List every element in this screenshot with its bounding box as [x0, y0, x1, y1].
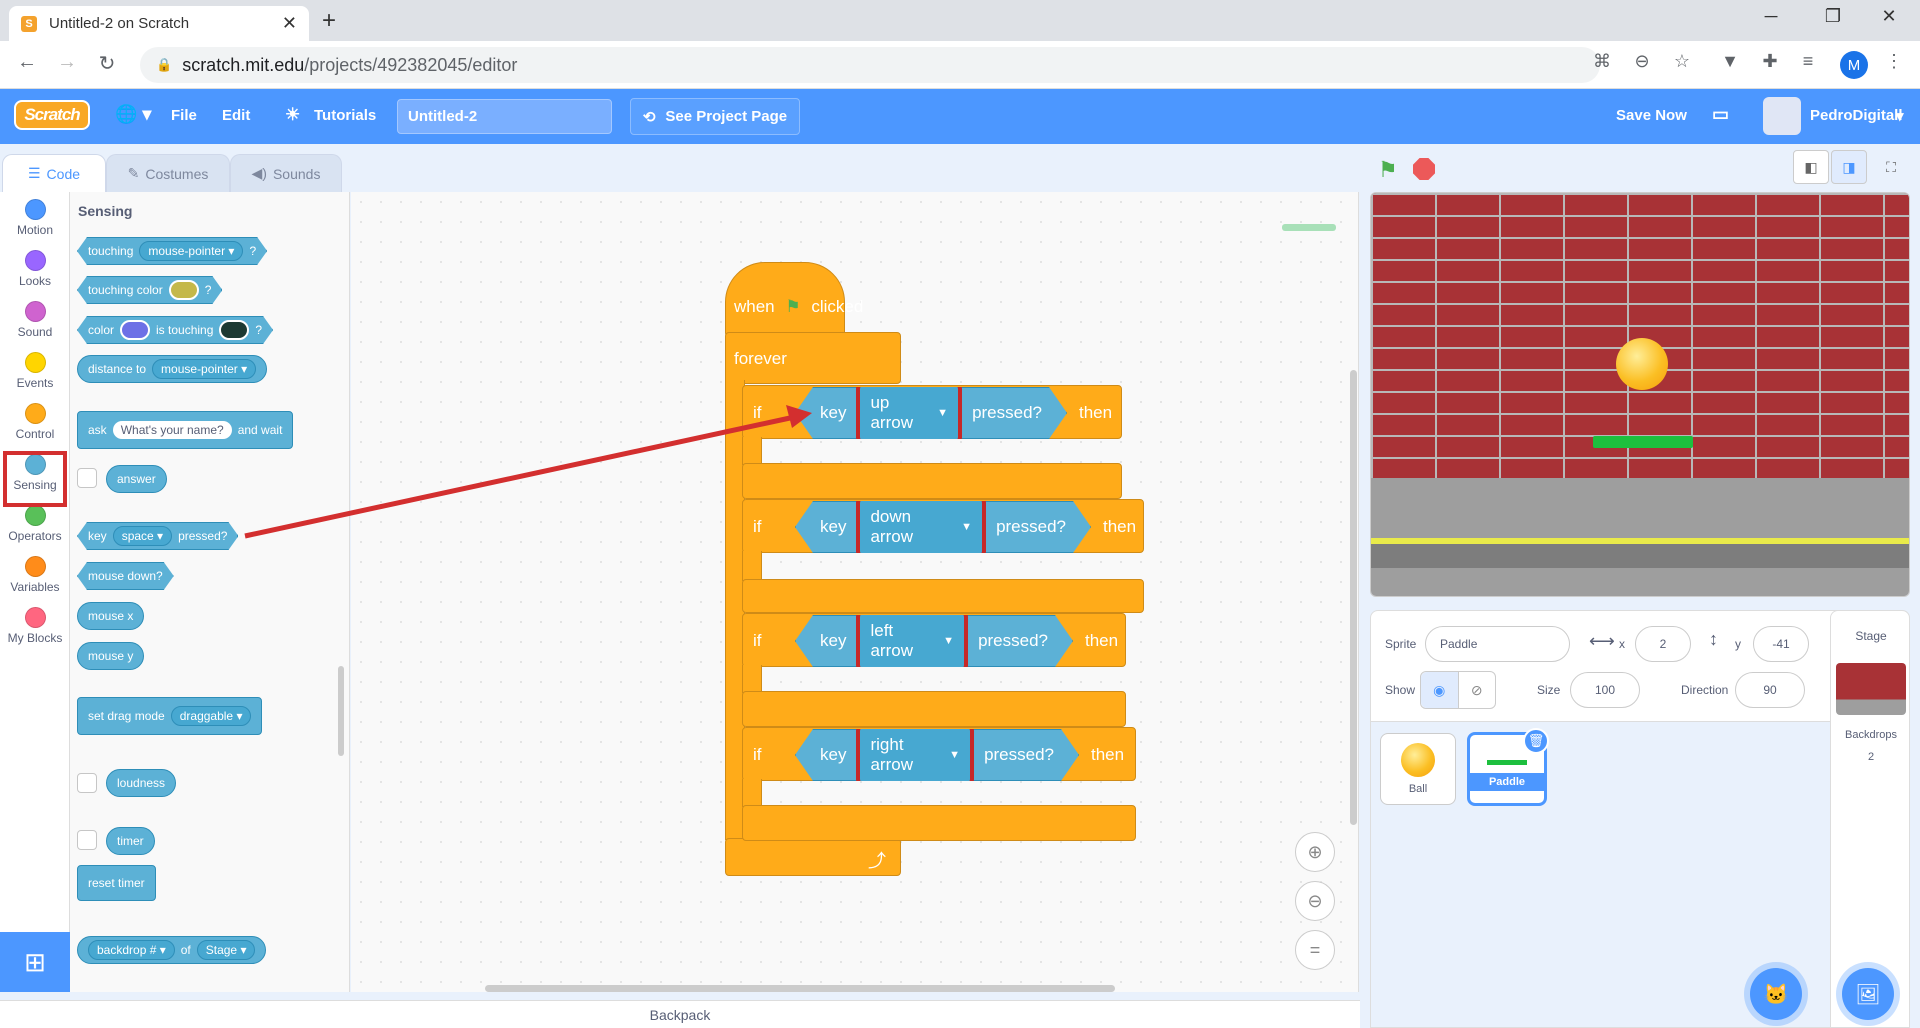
- x-position-input[interactable]: 2: [1635, 626, 1691, 662]
- zoom-controls: ⊕ ⊖ =: [1295, 832, 1335, 979]
- horizontal-arrows-icon: ⟷: [1589, 631, 1615, 651]
- ball-thumbnail: [1401, 743, 1435, 777]
- sprite-name-input[interactable]: Paddle: [1425, 626, 1570, 662]
- backpack-bar[interactable]: Backpack: [0, 1000, 1360, 1028]
- tab-code-label: Code: [46, 165, 81, 182]
- direction-label: Direction: [1681, 683, 1729, 697]
- sprite-label: Sprite: [1385, 637, 1417, 651]
- show-eye-icon[interactable]: ◉: [1421, 672, 1459, 708]
- direction-input[interactable]: 90: [1735, 672, 1805, 708]
- vertical-arrows-icon: ↕: [1709, 629, 1718, 649]
- choose-sprite-cat-icon[interactable]: 🐱: [1750, 968, 1802, 1020]
- large-stage-icon[interactable]: ◨: [1831, 150, 1867, 184]
- zoom-in-icon[interactable]: ⊕: [1295, 832, 1335, 872]
- fullscreen-icon[interactable]: ⛶: [1873, 150, 1909, 184]
- code-icon: ☰: [27, 165, 41, 181]
- backdrops-count: 2: [1867, 751, 1875, 763]
- size-label: Size: [1537, 683, 1561, 697]
- show-label: Show: [1385, 683, 1416, 697]
- paddle-sprite[interactable]: [1593, 436, 1693, 448]
- paddle-thumbnail: [1487, 759, 1527, 765]
- zoom-reset-icon[interactable]: =: [1295, 930, 1335, 970]
- small-stage-icon[interactable]: ◧: [1793, 150, 1829, 184]
- workspace-horizontal-scrollbar[interactable]: [485, 985, 1115, 992]
- tab-code[interactable]: ☰ Code: [2, 154, 106, 192]
- road-curb: [1371, 544, 1909, 568]
- visibility-toggle: ◉ ⊘: [1420, 671, 1496, 709]
- y-label: y: [1735, 637, 1741, 651]
- stop-icon[interactable]: [1413, 158, 1435, 180]
- sprite-name: Ball: [1408, 783, 1428, 795]
- ball-sprite[interactable]: [1616, 338, 1668, 390]
- zoom-out-icon[interactable]: ⊖: [1295, 881, 1335, 921]
- size-input[interactable]: 100: [1570, 672, 1640, 708]
- sprite-name: Paddle: [1470, 772, 1544, 791]
- backdrops-label: Backdrops: [1845, 729, 1897, 741]
- x-label: x: [1619, 637, 1625, 651]
- sprite-tile-ball[interactable]: Ball: [1380, 733, 1456, 805]
- delete-sprite-trash-icon[interactable]: 🗑: [1523, 728, 1549, 754]
- choose-backdrop-icon[interactable]: 🖼: [1842, 968, 1894, 1020]
- y-position-input[interactable]: -41: [1753, 626, 1809, 662]
- stage-selector-panel[interactable]: Stage Backdrops 2: [1830, 610, 1910, 1028]
- sprite-list: Ball Paddle: [1370, 722, 1910, 1028]
- hide-eye-icon[interactable]: ⊘: [1459, 672, 1496, 708]
- backdrop-thumbnail: [1836, 663, 1906, 715]
- workspace-vertical-scrollbar[interactable]: [1350, 370, 1357, 825]
- stage-canvas[interactable]: [1370, 192, 1910, 597]
- green-flag-icon[interactable]: ⚑: [1378, 157, 1398, 183]
- stage-title: Stage: [1855, 629, 1887, 643]
